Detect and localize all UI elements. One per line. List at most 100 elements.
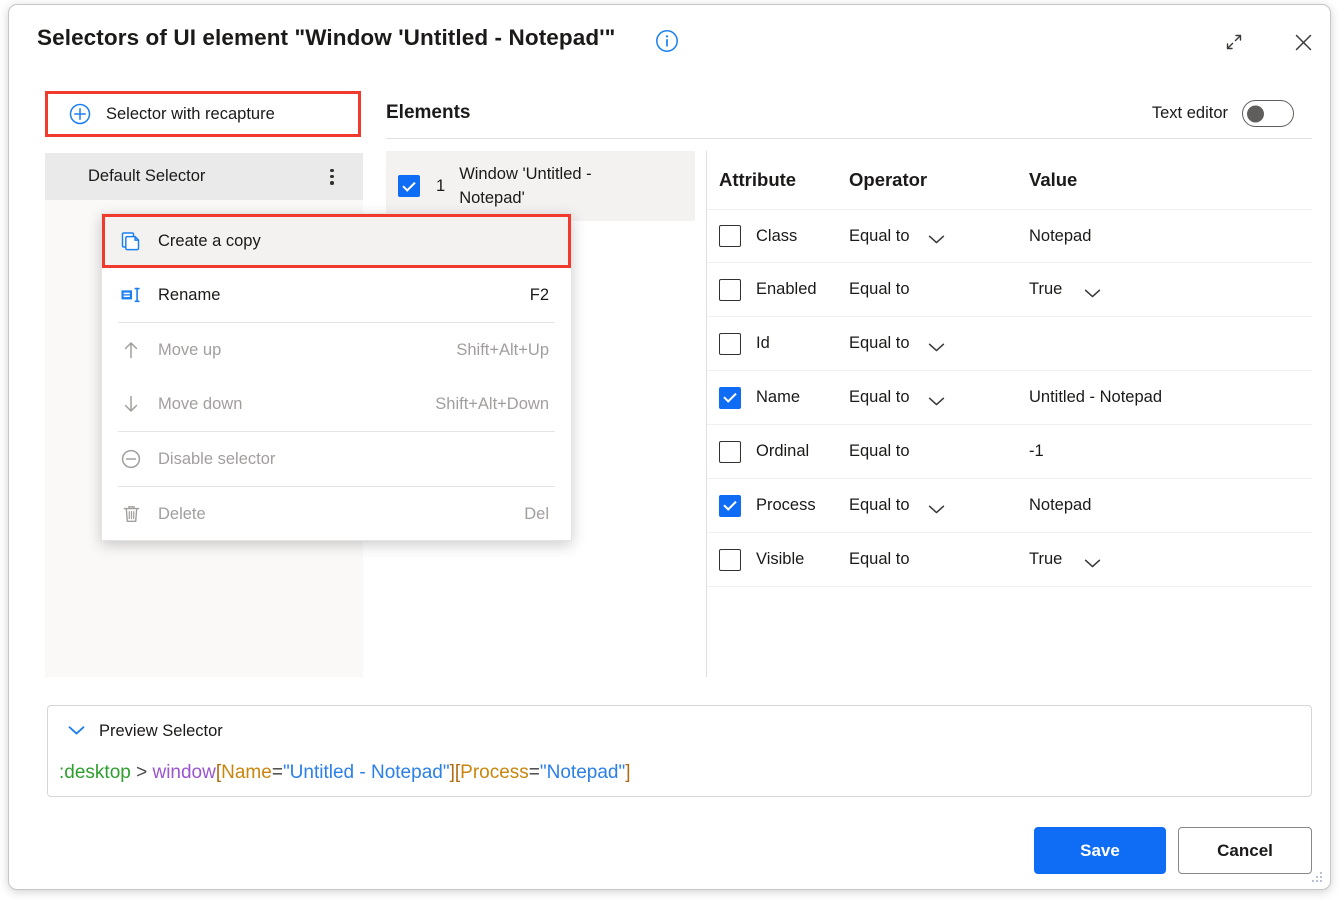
chevron-down-icon[interactable] — [928, 231, 945, 241]
attribute-operator-cell[interactable]: Equal to — [849, 227, 1029, 246]
context-menu-item-create-a-copy[interactable]: Create a copy — [102, 214, 571, 268]
arrow-up-icon — [118, 337, 144, 363]
attribute-value-cell[interactable]: Notepad — [1029, 496, 1289, 515]
chevron-down-icon[interactable] — [928, 501, 945, 511]
attribute-operator-cell[interactable]: Equal to — [849, 280, 1029, 299]
chevron-down-icon[interactable] — [1084, 555, 1101, 565]
text-editor-toggle-group: Text editor — [1152, 100, 1294, 127]
cancel-button[interactable]: Cancel — [1178, 827, 1312, 874]
attribute-operator-cell[interactable]: Equal to — [849, 550, 1029, 569]
text-editor-toggle[interactable] — [1242, 100, 1294, 127]
resize-grip[interactable] — [1308, 868, 1324, 884]
recapture-label: Selector with recapture — [106, 105, 275, 124]
attribute-value-cell[interactable]: True — [1029, 550, 1289, 569]
code-token-attr: Name — [221, 762, 272, 783]
attribute-value: Notepad — [1029, 227, 1091, 246]
context-menu-item-disable-selector: Disable selector — [102, 432, 571, 486]
attribute-name: Process — [756, 496, 816, 515]
context-menu-accel: F2 — [530, 286, 549, 305]
attribute-value-cell[interactable]: -1 — [1029, 442, 1289, 461]
attribute-checkbox[interactable] — [719, 225, 741, 247]
attribute-value: Untitled - Notepad — [1029, 388, 1162, 407]
attribute-value-cell[interactable] — [1029, 339, 1289, 349]
attribute-checkbox[interactable] — [719, 387, 741, 409]
attribute-row: Name Equal toUntitled - Notepad — [707, 371, 1312, 425]
selector-item-label: Default Selector — [88, 167, 205, 186]
attribute-row: Process Equal to Notepad — [707, 479, 1312, 533]
attribute-checkbox[interactable] — [719, 279, 741, 301]
attributes-table-header: Attribute Operator Value — [707, 151, 1312, 209]
attribute-operator-cell[interactable]: Equal to — [849, 334, 1029, 353]
context-menu-accel: Shift+Alt+Down — [435, 395, 549, 414]
attributes-table: Attribute Operator Value ClassEqual toNo… — [707, 151, 1312, 587]
dialog-titlebar: Selectors of UI element "Window 'Untitle… — [9, 5, 1330, 77]
context-menu-label: Delete — [158, 505, 206, 524]
close-dialog-button[interactable] — [1286, 25, 1320, 59]
code-token-brk: ] — [625, 762, 630, 783]
attribute-value-cell[interactable]: Notepad — [1029, 227, 1289, 246]
preview-selector-toggle[interactable]: Preview Selector — [67, 722, 223, 741]
context-menu-item-move-down: Move down Shift+Alt+Down — [102, 377, 571, 431]
elements-heading: Elements — [386, 102, 470, 124]
context-menu-label: Move down — [158, 395, 242, 414]
selector-list-item-default[interactable]: Default Selector — [45, 153, 363, 200]
attribute-operator: Equal to — [849, 334, 910, 353]
chevron-down-icon[interactable] — [928, 393, 945, 403]
save-button[interactable]: Save — [1034, 827, 1166, 874]
expand-diagonal-icon — [1224, 32, 1244, 52]
preview-selector-code: :desktop > window[Name="Untitled - Notep… — [59, 762, 631, 784]
chevron-down-icon[interactable] — [928, 339, 945, 349]
attribute-value: Notepad — [1029, 496, 1091, 515]
context-menu-item-rename[interactable]: Rename F2 — [102, 268, 571, 322]
attribute-value-cell[interactable]: True — [1029, 280, 1289, 299]
element-list-item[interactable]: 1 Window 'Untitled - Notepad' — [386, 151, 695, 221]
copy-icon — [118, 228, 144, 254]
code-token-eq: = — [272, 762, 283, 783]
attribute-name-cell: Name — [707, 387, 849, 409]
minus-circle-icon — [118, 446, 144, 472]
element-checkbox[interactable] — [398, 175, 420, 197]
attribute-operator-cell[interactable]: Equal to — [849, 496, 1029, 515]
info-circle-icon[interactable] — [654, 28, 680, 54]
attribute-checkbox[interactable] — [719, 333, 741, 355]
context-menu-label: Move up — [158, 341, 221, 360]
preview-selector-title: Preview Selector — [99, 722, 223, 741]
code-token-attr: Process — [460, 762, 529, 783]
attribute-name: Ordinal — [756, 442, 809, 461]
attribute-checkbox[interactable] — [719, 441, 741, 463]
attribute-name-cell: Ordinal — [707, 441, 849, 463]
attribute-operator-cell[interactable]: Equal to — [849, 388, 1029, 407]
selector-with-recapture-button[interactable]: Selector with recapture — [45, 91, 361, 137]
expand-dialog-button[interactable] — [1217, 25, 1251, 59]
toggle-knob — [1247, 105, 1264, 122]
context-menu-accel: Del — [524, 505, 549, 524]
attribute-row: Ordinal Equal to-1 — [707, 425, 1312, 479]
header-attribute: Attribute — [707, 169, 849, 191]
app-root: Selectors of UI element "Window 'Untitle… — [0, 0, 1339, 900]
header-value: Value — [1029, 169, 1289, 191]
element-index: 1 — [436, 177, 445, 196]
arrow-down-icon — [118, 391, 144, 417]
attribute-name: Class — [756, 227, 797, 246]
attribute-name-cell: Process — [707, 495, 849, 517]
attribute-checkbox[interactable] — [719, 549, 741, 571]
context-menu-label: Rename — [158, 286, 220, 305]
kebab-more-icon[interactable] — [321, 166, 343, 188]
attribute-row: Id Equal to — [707, 317, 1312, 371]
attribute-operator: Equal to — [849, 496, 910, 515]
attribute-operator-cell[interactable]: Equal to — [849, 442, 1029, 461]
element-name: Window 'Untitled - Notepad' — [459, 162, 639, 210]
attribute-checkbox[interactable] — [719, 495, 741, 517]
attribute-name: Name — [756, 388, 800, 407]
header-operator: Operator — [849, 169, 1029, 191]
attributes-rows: ClassEqual toNotepadEnabledEqual toTrueI… — [707, 209, 1312, 587]
chevron-down-icon[interactable] — [1084, 285, 1101, 295]
attribute-name: Enabled — [756, 280, 817, 299]
context-menu-label: Disable selector — [158, 450, 275, 469]
attribute-name: Id — [756, 334, 770, 353]
context-menu-item-delete: Delete Del — [102, 487, 571, 541]
attribute-value-cell[interactable]: Untitled - Notepad — [1029, 388, 1289, 407]
plus-circle-icon — [68, 102, 92, 126]
selectors-dialog: Selectors of UI element "Window 'Untitle… — [8, 4, 1331, 890]
attribute-value: -1 — [1029, 442, 1044, 461]
